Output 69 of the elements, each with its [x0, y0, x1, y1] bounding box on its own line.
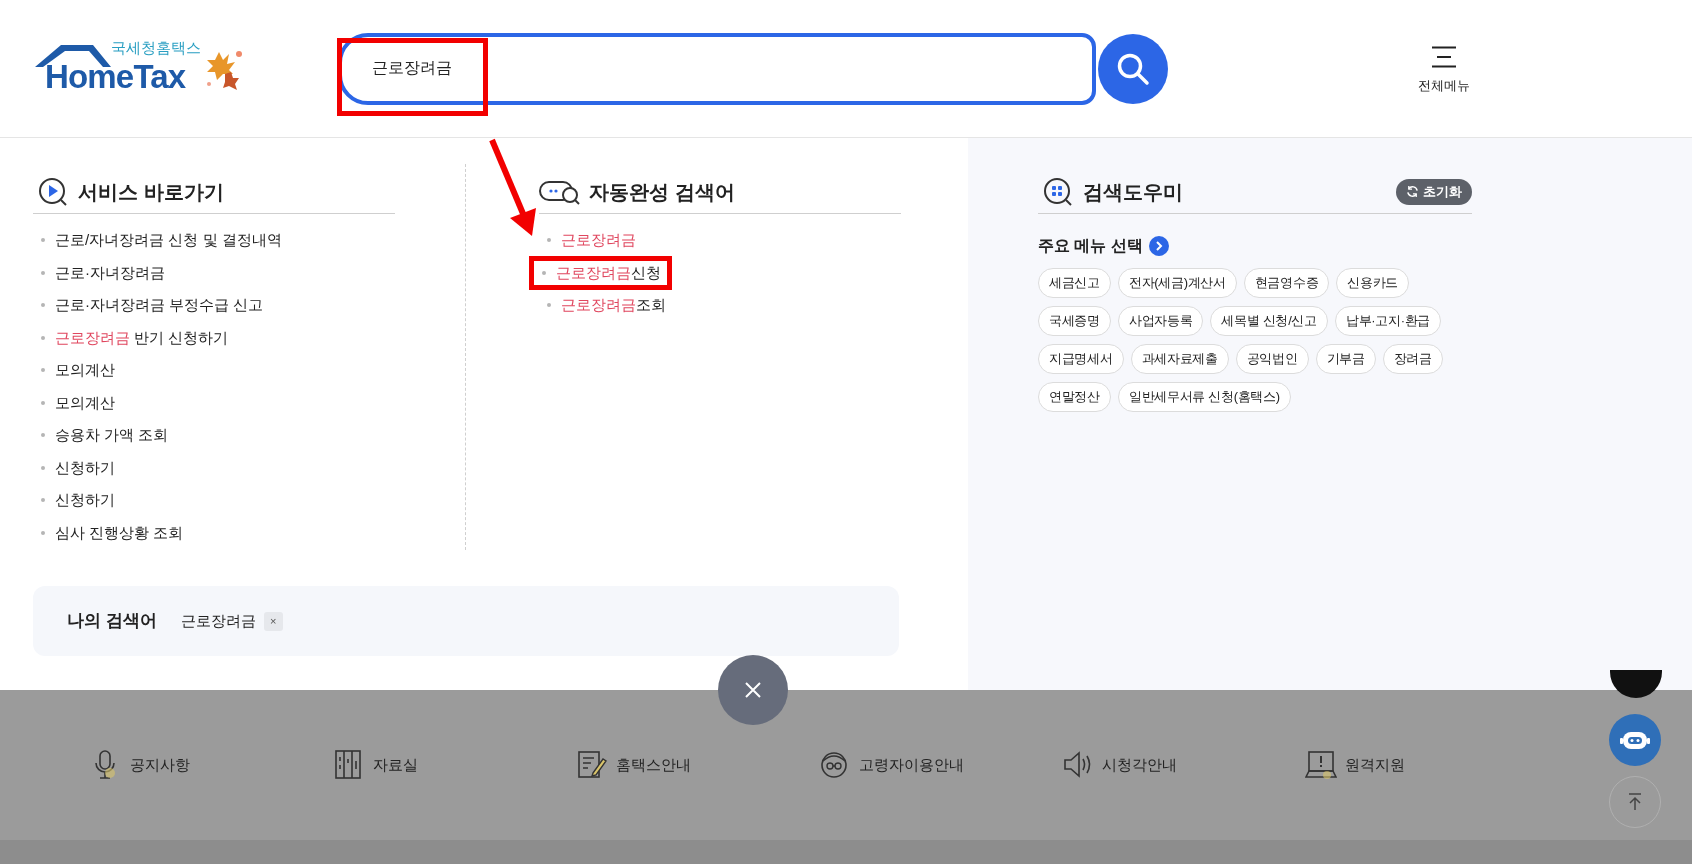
menu-chip[interactable]: 세금신고 [1038, 268, 1111, 298]
search-grid-icon [1043, 176, 1073, 207]
bullet [41, 368, 45, 373]
menu-chip[interactable]: 일반세무서류 신청(홈택스) [1117, 382, 1291, 412]
close-icon [744, 681, 762, 699]
play-icon [38, 176, 68, 207]
footer-link[interactable]: 홈택스안내 [616, 753, 691, 777]
service-link[interactable]: 심사 진행상황 조회 [55, 521, 184, 544]
menu-chip[interactable]: 기부금 [1315, 344, 1376, 374]
menu-chip[interactable]: 공익법인 [1235, 344, 1309, 374]
service-link[interactable]: 근로·자녀장려금 부정수급 신고 [55, 294, 264, 317]
service-link[interactable]: 승용차 가액 조회 [55, 424, 169, 447]
menu-chip[interactable]: 납부·고지·환급 [1334, 306, 1442, 336]
menu-chip[interactable]: 과세자료제출 [1130, 344, 1229, 374]
reset-button[interactable]: 초기화 [1396, 178, 1472, 205]
bullet [41, 530, 45, 535]
arrow-up-icon [1627, 793, 1643, 811]
menu-chip[interactable]: 국세증명 [1038, 306, 1111, 336]
section-title: 서비스 바로가기 [78, 179, 224, 205]
menu-chip[interactable]: 현금영수증 [1243, 268, 1330, 298]
remove-button[interactable]: × [263, 611, 283, 631]
menu-icon [1431, 46, 1457, 68]
service-link[interactable]: 신청하기 [55, 456, 115, 479]
menu-chip[interactable]: 지급명세서 [1038, 344, 1124, 374]
menu-chip[interactable]: 세목별 신청/신고 [1210, 306, 1328, 336]
bullet [41, 335, 45, 340]
service-link[interactable]: 신청하기 [55, 489, 115, 512]
bullet [41, 465, 45, 470]
bullet [41, 270, 45, 275]
logo-title: HomeTax [45, 56, 186, 97]
section-title: 자동완성 검색어 [589, 179, 735, 205]
bullet [547, 303, 551, 308]
bullet [542, 270, 546, 275]
suggestion-link[interactable]: 근로장려금 [561, 229, 636, 252]
bullet [41, 303, 45, 308]
bullet [41, 498, 45, 503]
recent-search-tag[interactable]: 근로장려금 [180, 609, 256, 633]
service-link[interactable]: 근로/자녀장려금 신청 및 결정내역 [55, 229, 282, 252]
suggestion-link[interactable]: 근로장려금신청 [556, 261, 661, 284]
search-icon [1116, 51, 1150, 86]
menu-chip[interactable]: 장려금 [1382, 344, 1443, 374]
logo-subtitle: 국세청홈택스 [111, 37, 201, 58]
menu-chip[interactable]: 사업자등록 [1117, 306, 1204, 336]
refresh-icon [1406, 185, 1419, 198]
bullet [41, 433, 45, 438]
footer-link[interactable]: 원격지원 [1345, 753, 1405, 777]
footer-link[interactable]: 고령자이용안내 [859, 753, 964, 777]
menu-chip[interactable]: 신용카드 [1336, 268, 1410, 298]
bullet [41, 238, 45, 243]
menu-chip[interactable]: 연말정산 [1038, 382, 1111, 412]
suggestion-link[interactable]: 근로장려금조회 [561, 294, 666, 317]
recent-searches-label: 나의 검색어 [67, 610, 157, 633]
subsection-title: 주요 메뉴 선택 [1038, 236, 1143, 256]
chevron-right-icon[interactable] [1148, 236, 1169, 256]
document-pencil-icon [576, 749, 608, 781]
full-menu-button[interactable]: 전체메뉴 [1418, 46, 1470, 96]
footer-link[interactable]: 시청각안내 [1102, 753, 1177, 777]
service-link[interactable]: 모의계산 [55, 391, 115, 414]
menu-chip[interactable]: 전자(세금)계산서 [1117, 268, 1237, 298]
service-link[interactable]: 근로장려금 반기 신청하기 [55, 326, 229, 349]
section-title: 검색도우미 [1083, 179, 1183, 205]
service-link[interactable]: 모의계산 [55, 359, 115, 382]
bullet [41, 400, 45, 405]
monitor-alert-icon [1305, 749, 1337, 781]
service-link[interactable]: 근로·자녀장려금 [55, 261, 165, 284]
footer-link[interactable]: 자료실 [373, 753, 418, 777]
chat-search-icon [539, 178, 581, 205]
bullet [547, 238, 551, 243]
footer-link[interactable]: 공지사항 [130, 753, 190, 777]
